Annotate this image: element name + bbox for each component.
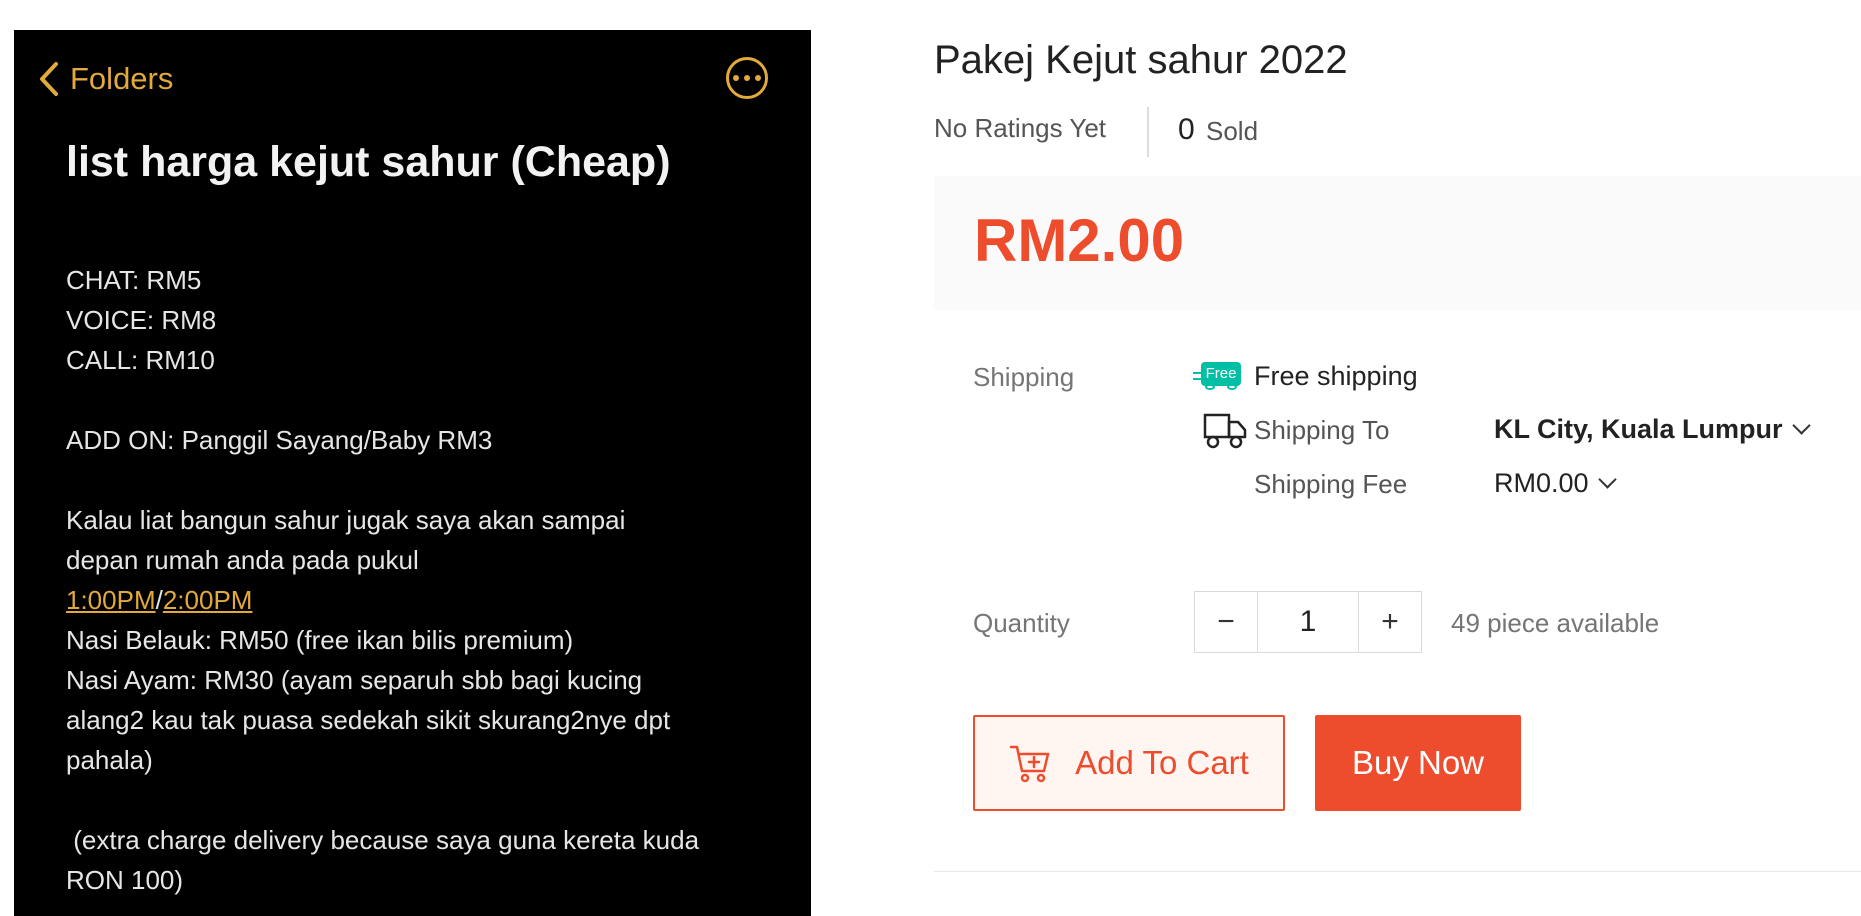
chevron-down-icon	[1597, 470, 1617, 489]
section-divider	[934, 871, 1861, 872]
divider	[1147, 107, 1149, 157]
shipping-fee-label: Shipping Fee	[1254, 469, 1408, 499]
note-line: CALL: RM10	[66, 345, 215, 375]
folders-label: Folders	[70, 61, 174, 96]
quantity-label: Quantity	[973, 608, 1070, 638]
cart-icon	[1009, 745, 1050, 783]
add-to-cart-button[interactable]: Add To Cart	[973, 715, 1285, 811]
truck-icon	[1203, 413, 1247, 449]
shipping-to-selector[interactable]: KL City, Kuala Lumpur	[1494, 414, 1811, 445]
notes-screenshot: Folders list harga kejut sahur (Cheap) C…	[14, 30, 811, 916]
quantity-stepper: − 1 +	[1194, 591, 1422, 653]
note-line: (extra charge delivery because saya guna…	[66, 825, 700, 855]
note-line: ADD ON: Panggil Sayang/Baby RM3	[66, 425, 493, 455]
shipping-label: Shipping	[973, 362, 1075, 392]
note-line: pahala)	[66, 745, 153, 775]
note-body: CHAT: RM5 VOICE: RM8 CALL: RM10 ADD ON: …	[66, 260, 776, 900]
chevron-left-icon	[40, 62, 58, 96]
product-price: RM2.00	[974, 207, 1185, 274]
sold-count: 0	[1178, 113, 1195, 146]
increment-button[interactable]: +	[1359, 592, 1421, 652]
decrement-button[interactable]: −	[1195, 592, 1257, 652]
note-title: list harga kejut sahur (Cheap)	[66, 138, 671, 186]
folders-back-button[interactable]: Folders	[38, 54, 173, 104]
note-line: Nasi Belauk: RM50 (free ikan bilis premi…	[66, 625, 574, 655]
note-line: depan rumah anda pada pukul	[66, 545, 419, 575]
more-options-icon[interactable]	[726, 57, 768, 99]
note-line: RON 100)	[66, 865, 184, 895]
note-line: Nasi Ayam: RM30 (ayam separuh sbb bagi k…	[66, 665, 643, 695]
rating-text[interactable]: No Ratings Yet	[934, 113, 1106, 144]
free-shipping-text: Free shipping	[1254, 361, 1418, 391]
note-line: VOICE: RM8	[66, 305, 217, 335]
free-badge-label: Free	[1201, 362, 1241, 386]
price-section: RM2.00	[934, 176, 1861, 310]
note-line: Kalau liat bangun sahur jugak saya akan …	[66, 505, 626, 535]
time-link-2[interactable]: 2:00PM	[163, 585, 253, 615]
product-title: Pakej Kejut sahur 2022	[934, 38, 1348, 82]
note-line: alang2 kau tak puasa sedekah sikit skura…	[66, 705, 671, 735]
free-shipping-icon: Free	[1193, 362, 1245, 390]
add-to-cart-label: Add To Cart	[1075, 744, 1249, 781]
shipping-to-label: Shipping To	[1254, 415, 1390, 445]
stock-available: 49 piece available	[1451, 608, 1660, 638]
shipping-fee-selector[interactable]: RM0.00	[1494, 468, 1617, 499]
note-line-times: 1:00PM/2:00PM	[66, 580, 776, 620]
shipping-to-value: KL City, Kuala Lumpur	[1494, 414, 1783, 444]
sold-label: Sold	[1206, 116, 1259, 146]
shipping-fee-value: RM0.00	[1494, 468, 1589, 498]
time-link-1[interactable]: 1:00PM	[66, 585, 156, 615]
quantity-input[interactable]: 1	[1257, 592, 1359, 652]
note-line: CHAT: RM5	[66, 265, 202, 295]
chevron-down-icon	[1791, 416, 1811, 435]
time-separator: /	[155, 585, 163, 615]
buy-now-button[interactable]: Buy Now	[1315, 715, 1521, 811]
